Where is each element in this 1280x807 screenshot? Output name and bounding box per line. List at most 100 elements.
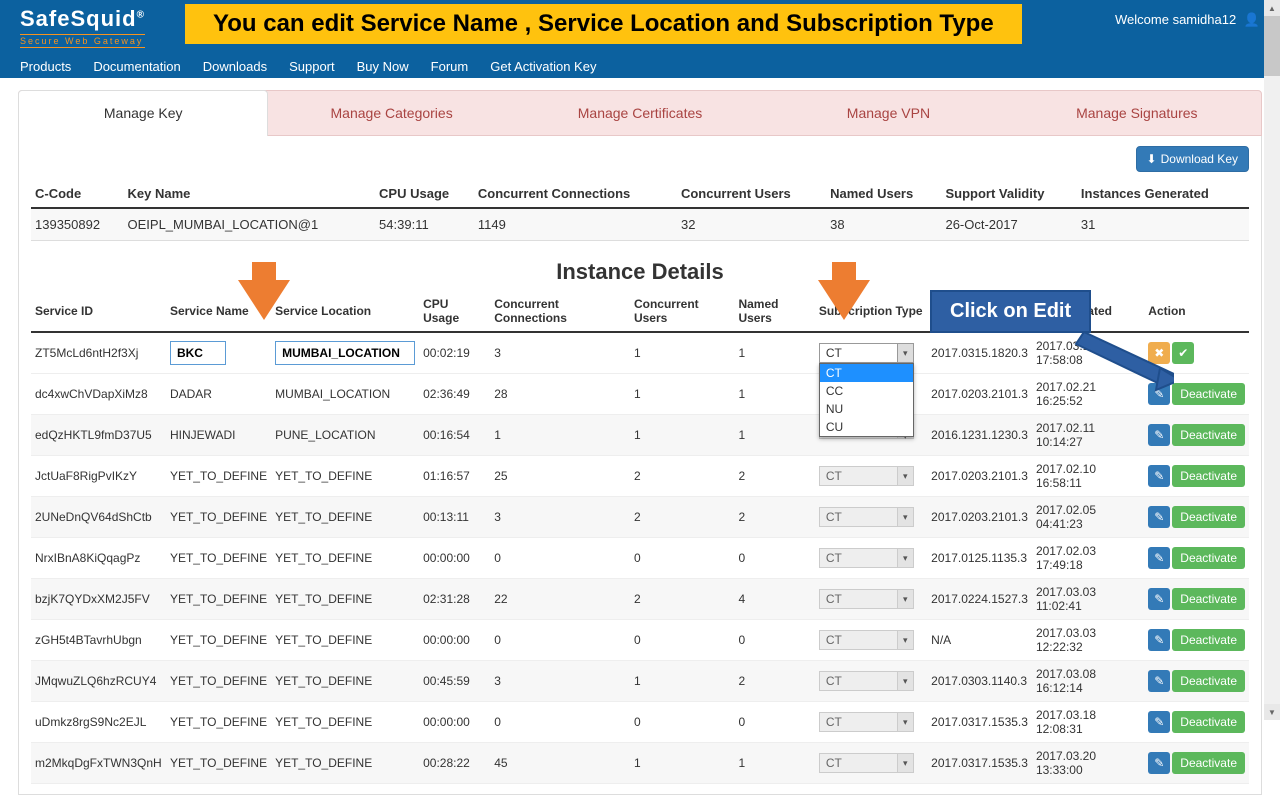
chevron-down-icon: ▾: [897, 344, 913, 362]
subscription-dropdown[interactable]: CTCCNUCU: [819, 363, 914, 437]
subscription-select[interactable]: CT▾CTCCNUCU: [819, 343, 914, 363]
tab-strip: Manage KeyManage CategoriesManage Certif…: [18, 90, 1262, 136]
summary-cell: 139350892: [31, 208, 124, 241]
deactivate-button[interactable]: Deactivate: [1172, 752, 1245, 774]
nav-buy-now[interactable]: Buy Now: [357, 59, 409, 74]
cell-conn: 3: [490, 497, 630, 538]
welcome-prefix: Welcome: [1115, 12, 1169, 27]
subscription-option[interactable]: CC: [820, 382, 913, 400]
cell-service-location: YET_TO_DEFINE: [271, 497, 419, 538]
scroll-up-icon[interactable]: ▲: [1264, 0, 1280, 16]
chevron-down-icon: ▾: [897, 549, 913, 567]
callout-arrow: [1064, 332, 1174, 392]
cell-service-name: YET_TO_DEFINE: [166, 743, 271, 784]
cell-service-name: YET_TO_DEFINE: [166, 456, 271, 497]
cell-version: 2017.0317.1535.3: [927, 702, 1032, 743]
cell-conn: 1: [490, 415, 630, 456]
content-area: Manage KeyManage CategoriesManage Certif…: [0, 78, 1280, 807]
edit-button[interactable]: ✎: [1148, 506, 1170, 528]
cell-version: 2017.0317.1535.3: [927, 743, 1032, 784]
summary-header: Support Validity: [941, 180, 1076, 208]
nav-downloads[interactable]: Downloads: [203, 59, 267, 74]
edit-button[interactable]: ✎: [1148, 752, 1170, 774]
welcome-text[interactable]: Welcome samidha12 👤: [1115, 12, 1260, 28]
subscription-option[interactable]: NU: [820, 400, 913, 418]
deactivate-button[interactable]: Deactivate: [1172, 629, 1245, 651]
nav-documentation[interactable]: Documentation: [93, 59, 180, 74]
brand-tagline: Secure Web Gateway: [20, 34, 145, 48]
cell-updated: 2017.03.03 12:22:32: [1032, 620, 1144, 661]
cell-cusers: 2: [630, 456, 734, 497]
scroll-down-icon[interactable]: ▼: [1264, 704, 1280, 720]
service-location-input[interactable]: [275, 341, 415, 365]
cell-cpu: 02:31:28: [419, 579, 490, 620]
subscription-select-disabled: CT▾: [819, 630, 914, 650]
vertical-scrollbar[interactable]: ▲ ▼: [1264, 0, 1280, 720]
edit-button[interactable]: ✎: [1148, 670, 1170, 692]
cell-service-location: YET_TO_DEFINE: [271, 743, 419, 784]
cell-service-location: YET_TO_DEFINE: [271, 702, 419, 743]
cell-cpu: 00:28:22: [419, 743, 490, 784]
cell-conn: 0: [490, 538, 630, 579]
tab-manage-categories[interactable]: Manage Categories: [267, 91, 515, 135]
edit-button[interactable]: ✎: [1148, 629, 1170, 651]
edit-button[interactable]: ✎: [1148, 547, 1170, 569]
brand-logo[interactable]: SafeSquid® Secure Web Gateway: [20, 6, 145, 48]
cell-version: 2017.0303.1140.3: [927, 661, 1032, 702]
summary-cell: 32: [677, 208, 826, 241]
deactivate-button[interactable]: Deactivate: [1172, 383, 1245, 405]
subscription-select-disabled: CT▾: [819, 671, 914, 691]
cell-service-name: DADAR: [166, 374, 271, 415]
cell-conn: 25: [490, 456, 630, 497]
cell-cusers: 1: [630, 415, 734, 456]
deactivate-button[interactable]: Deactivate: [1172, 588, 1245, 610]
nav-get-activation-key[interactable]: Get Activation Key: [490, 59, 596, 74]
cell-nusers: 2: [734, 661, 814, 702]
scroll-thumb[interactable]: [1264, 16, 1280, 76]
nav-products[interactable]: Products: [20, 59, 71, 74]
welcome-user: samidha12: [1173, 12, 1237, 27]
deactivate-button[interactable]: Deactivate: [1172, 547, 1245, 569]
subscription-select-disabled: CT▾: [819, 712, 914, 732]
cell-service-id: NrxIBnA8KiQqagPz: [31, 538, 166, 579]
deactivate-button[interactable]: Deactivate: [1172, 465, 1245, 487]
edit-button[interactable]: ✎: [1148, 465, 1170, 487]
edit-button[interactable]: ✎: [1148, 711, 1170, 733]
tab-manage-key[interactable]: Manage Key: [18, 90, 268, 136]
download-row: ⬇ Download Key: [31, 146, 1249, 172]
summary-header: Instances Generated: [1077, 180, 1249, 208]
cell-cpu: 00:00:00: [419, 702, 490, 743]
top-nav: Products Documentation Downloads Support Buy…: [20, 59, 596, 74]
cell-cpu: 00:13:11: [419, 497, 490, 538]
chevron-down-icon: ▾: [897, 508, 913, 526]
service-name-input[interactable]: [170, 341, 226, 365]
tab-manage-signatures[interactable]: Manage Signatures: [1013, 91, 1261, 135]
deactivate-button[interactable]: Deactivate: [1172, 711, 1245, 733]
confirm-edit-button[interactable]: ✔: [1172, 342, 1194, 364]
cell-conn: 45: [490, 743, 630, 784]
cell-nusers: 2: [734, 497, 814, 538]
nav-support[interactable]: Support: [289, 59, 335, 74]
deactivate-button[interactable]: Deactivate: [1172, 424, 1245, 446]
cell-version: 2017.0125.1135.3: [927, 538, 1032, 579]
summary-header: C-Code: [31, 180, 124, 208]
summary-cell: 54:39:11: [375, 208, 474, 241]
summary-cell: 38: [826, 208, 941, 241]
edit-button[interactable]: ✎: [1148, 588, 1170, 610]
tab-manage-vpn[interactable]: Manage VPN: [764, 91, 1012, 135]
tab-manage-certificates[interactable]: Manage Certificates: [516, 91, 764, 135]
cell-conn: 22: [490, 579, 630, 620]
chevron-down-icon: ▾: [897, 631, 913, 649]
edit-button[interactable]: ✎: [1148, 424, 1170, 446]
nav-forum[interactable]: Forum: [431, 59, 469, 74]
download-key-button[interactable]: ⬇ Download Key: [1136, 146, 1249, 172]
subscription-option[interactable]: CU: [820, 418, 913, 436]
detail-header: Concurrent Users: [630, 291, 734, 332]
subscription-option[interactable]: CT: [820, 364, 913, 382]
deactivate-button[interactable]: Deactivate: [1172, 506, 1245, 528]
deactivate-button[interactable]: Deactivate: [1172, 670, 1245, 692]
summary-cell: 1149: [474, 208, 677, 241]
cell-service-id: edQzHKTL9fmD37U5: [31, 415, 166, 456]
cell-updated: 2017.03.18 12:08:31: [1032, 702, 1144, 743]
table-row: NrxIBnA8KiQqagPzYET_TO_DEFINEYET_TO_DEFI…: [31, 538, 1249, 579]
